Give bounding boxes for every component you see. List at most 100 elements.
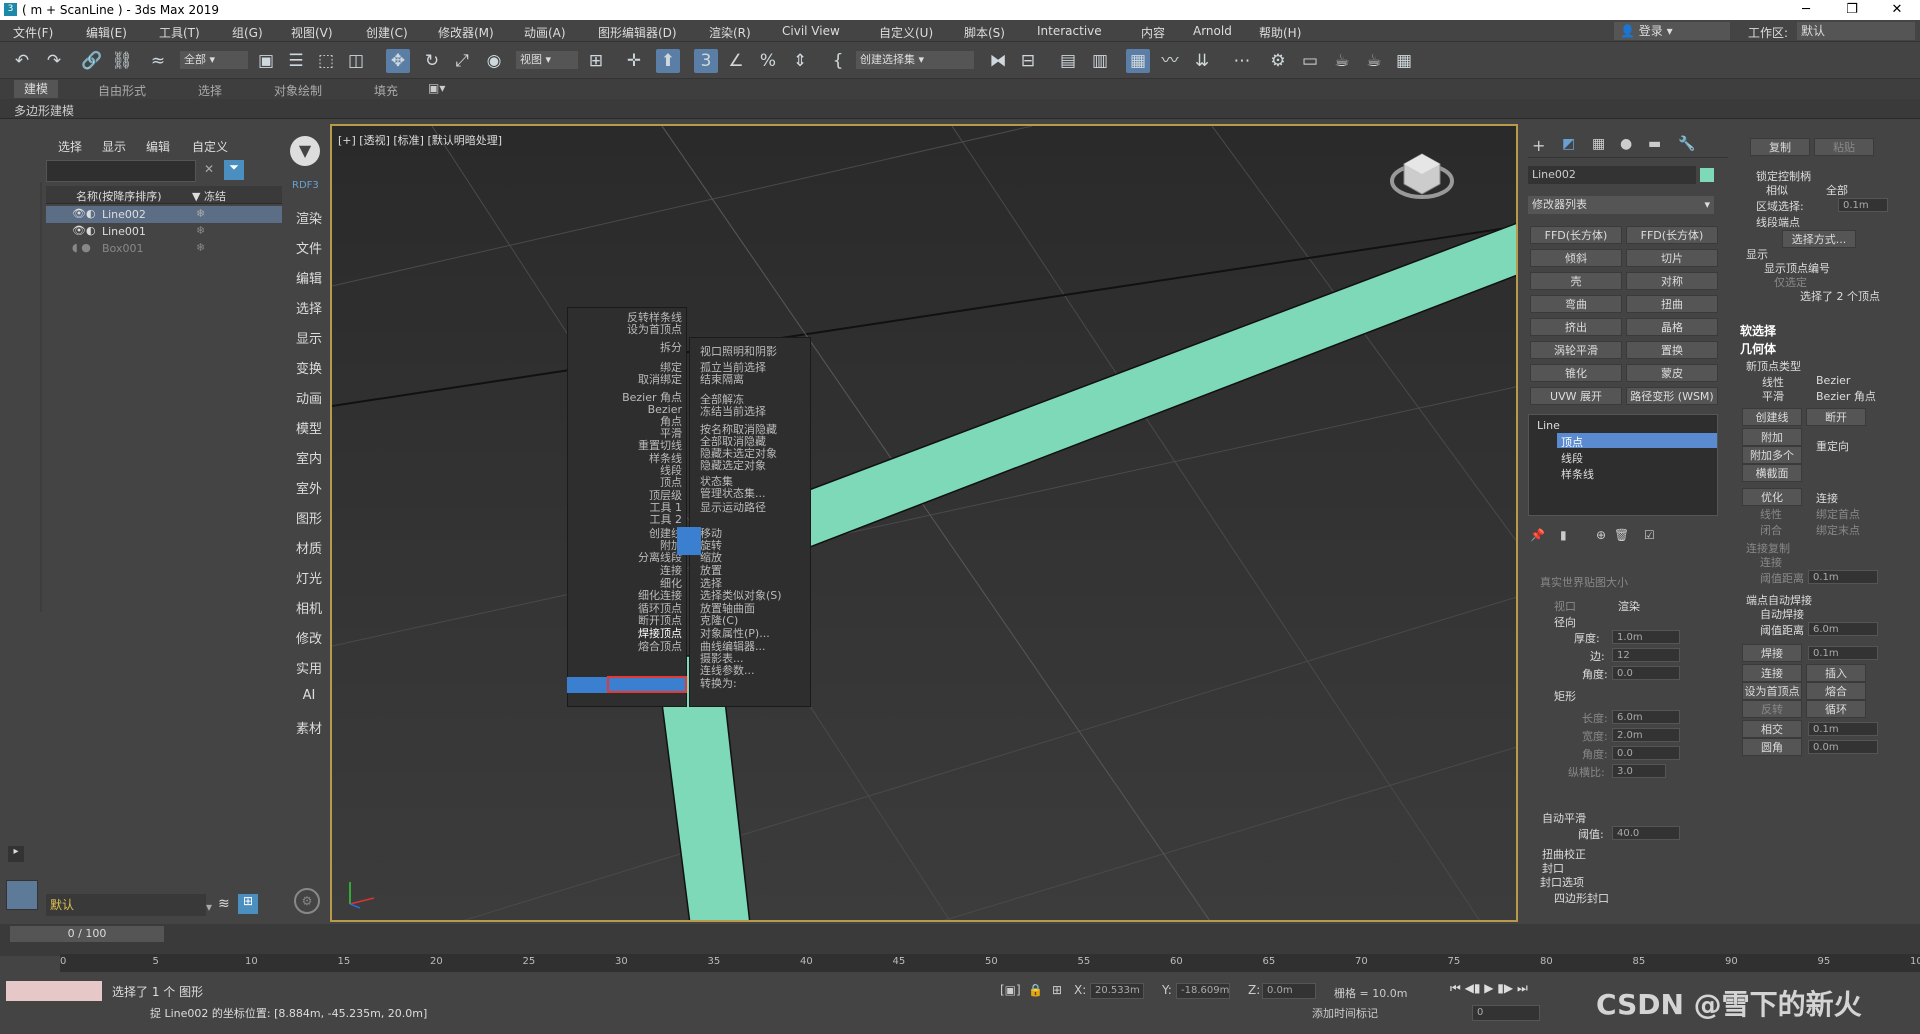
quad-left-item[interactable]: 熔合顶点 xyxy=(572,639,682,654)
cmd-tab-animation[interactable]: 动画 xyxy=(294,388,324,407)
cross-section-button[interactable]: 横截面 xyxy=(1742,464,1802,482)
layer-dropdown-arrow-icon[interactable]: ▾ xyxy=(206,900,212,914)
edit-named-sel-icon[interactable]: { xyxy=(826,49,850,73)
modifier-list-dropdown[interactable]: 修改器列表 ▾ xyxy=(1528,196,1714,214)
spinner-snap-icon[interactable]: ⇕ xyxy=(788,49,812,73)
perspective-viewport[interactable]: [+] [透视] [标准] [默认明暗处理] xyxy=(330,124,1518,922)
cross-insert-button[interactable]: 相交 xyxy=(1742,720,1802,738)
reorient-checkbox[interactable]: 重定向 xyxy=(1816,438,1849,454)
layer-dropdown[interactable]: 默认 xyxy=(46,894,206,916)
material-editor-icon[interactable]: ⋯ xyxy=(1230,49,1254,73)
remove-modifier-icon[interactable]: 🗑 xyxy=(1614,528,1629,542)
time-slider[interactable]: 0 / 100 xyxy=(10,926,164,942)
keyboard-shortcut-icon[interactable]: ⬆ xyxy=(656,49,680,73)
selection-lock-icon[interactable]: 🔒 xyxy=(1028,983,1043,997)
render-production-icon[interactable]: ☕ xyxy=(1330,49,1354,73)
cycle-button[interactable]: 循环 xyxy=(1806,700,1866,718)
cmd-tab-cameras[interactable]: 相机 xyxy=(294,598,324,617)
scene-menu-select[interactable]: 选择 xyxy=(58,138,82,155)
mod-btn-path-deform[interactable]: 路径变形 (WSM) xyxy=(1626,387,1718,405)
real-world-map-checkbox[interactable]: 真实世界贴图大小 xyxy=(1540,574,1628,590)
area-select-checkbox[interactable]: 区域选择: xyxy=(1756,198,1804,214)
cmd-tab-assets[interactable]: 素材 xyxy=(294,718,324,737)
connect-copy-checkbox[interactable]: 连接 xyxy=(1760,554,1782,570)
viewport-radio[interactable]: 视口 xyxy=(1554,598,1576,614)
menu-graph-editors[interactable]: 图形编辑器(D) xyxy=(598,24,677,41)
quad-left-item[interactable]: 设为首顶点 xyxy=(572,322,682,337)
cmd-tab-utility[interactable]: 实用 xyxy=(294,658,324,677)
scene-menu-display[interactable]: 显示 xyxy=(102,138,126,155)
login-dropdown[interactable]: 👤 登录 ▾ xyxy=(1614,22,1730,40)
mod-btn-ffd-box-1[interactable]: FFD(长方体) xyxy=(1530,226,1622,244)
bind-spacewarp-icon[interactable]: ≈ xyxy=(146,49,170,73)
pin-stack-icon[interactable]: 📌 xyxy=(1530,528,1545,542)
all-radio[interactable]: 全部 xyxy=(1826,182,1848,198)
mirror-icon[interactable]: ⧓ xyxy=(986,49,1010,73)
menu-customize[interactable]: 自定义(U) xyxy=(879,24,933,41)
logo-icon[interactable]: ▼ xyxy=(290,136,320,166)
percent-snap-icon[interactable]: % xyxy=(756,49,780,73)
create-panel-icon[interactable]: + xyxy=(1532,136,1545,155)
modify-panel-icon[interactable]: ◩ xyxy=(1562,136,1575,152)
scene-menu-customize[interactable]: 自定义 xyxy=(192,138,228,155)
area-select-spinner[interactable]: 0.1m xyxy=(1838,198,1888,212)
scene-explorer-toggle-icon[interactable]: ⊞ xyxy=(238,894,258,914)
utilities-panel-icon[interactable]: 🔧 xyxy=(1678,136,1695,152)
quad-right-item[interactable]: 管理状态集... xyxy=(700,486,808,501)
tab-populate[interactable]: 填充 xyxy=(374,82,398,99)
quad-right-item[interactable]: 视口照明和阴影 xyxy=(700,344,808,359)
window-crossing-icon[interactable]: ◫ xyxy=(344,49,368,73)
stack-item-spline[interactable]: 样条线 xyxy=(1561,466,1594,482)
smooth-radio[interactable]: 平滑 xyxy=(1762,388,1784,404)
mod-btn-twist[interactable]: 扭曲 xyxy=(1626,295,1718,313)
mod-btn-displace[interactable]: 置换 xyxy=(1626,341,1718,359)
align-icon[interactable]: ⊟ xyxy=(1016,49,1040,73)
cmd-tab-materials[interactable]: 材质 xyxy=(294,538,324,557)
length-spinner[interactable]: 6.0m xyxy=(1612,710,1680,724)
cmd-tab-render[interactable]: 渲染 xyxy=(294,208,324,227)
refine-button[interactable]: 优化 xyxy=(1742,488,1802,506)
mod-btn-bend[interactable]: 弯曲 xyxy=(1530,295,1622,313)
break-button[interactable]: 断开 xyxy=(1806,408,1866,426)
render-iterative-icon[interactable]: ☕ xyxy=(1362,49,1386,73)
mod-btn-lattice[interactable]: 晶格 xyxy=(1626,318,1718,336)
place-icon[interactable]: ◉ xyxy=(482,49,506,73)
angle-spinner[interactable]: 0.0 xyxy=(1612,666,1680,680)
redo-icon[interactable]: ↷ xyxy=(42,49,66,73)
weld-button[interactable]: 焊接 xyxy=(1742,644,1802,662)
display-panel-icon[interactable]: ▬ xyxy=(1648,136,1661,152)
name-column-header[interactable]: 名称(按降序排序) xyxy=(76,188,162,204)
weld-threshold-spinner[interactable]: 6.0m xyxy=(1808,622,1878,636)
cmd-tab-file[interactable]: 文件 xyxy=(294,238,324,257)
move-icon[interactable]: ✥ xyxy=(386,49,410,73)
tab-freeform[interactable]: 自由形式 xyxy=(98,82,146,99)
freeze-icon[interactable]: ❄ xyxy=(196,241,205,254)
segment-end-checkbox[interactable]: 线段端点 xyxy=(1756,214,1800,230)
threshold-distance-spinner[interactable]: 0.1m xyxy=(1808,570,1878,584)
quad-cap-checkbox[interactable]: 四边形封口 xyxy=(1554,890,1609,906)
bind-first-checkbox[interactable]: 绑定首点 xyxy=(1816,506,1860,522)
scene-row-line002[interactable]: 👁◐ Line002 ❄ xyxy=(46,206,282,223)
quad-right-item[interactable]: 冻结当前选择 xyxy=(700,404,808,419)
closed-checkbox[interactable]: 闭合 xyxy=(1760,522,1782,538)
cmd-tab-exterior[interactable]: 室外 xyxy=(294,478,324,497)
connect-checkbox[interactable]: 连接 xyxy=(1816,490,1838,506)
ref-coord-dropdown[interactable]: 视图 ▾ xyxy=(516,51,578,69)
cmd-tab-edit[interactable]: 编辑 xyxy=(294,268,324,287)
object-name-field[interactable]: Line002 xyxy=(1528,166,1696,184)
unlink-icon[interactable]: ⛓ xyxy=(110,49,134,73)
show-end-result-icon[interactable]: ▮ xyxy=(1560,528,1567,542)
mod-btn-turbosmooth[interactable]: 涡轮平滑 xyxy=(1530,341,1622,359)
freeze-icon[interactable]: ❄ xyxy=(196,224,205,237)
close-button[interactable]: ✕ xyxy=(1874,0,1920,20)
menu-create[interactable]: 创建(C) xyxy=(366,24,408,41)
rect-selection-icon[interactable]: ⬚ xyxy=(314,49,338,73)
schematic-view-icon[interactable]: ⇊ xyxy=(1190,49,1214,73)
create-line-button[interactable]: 创建线 xyxy=(1742,408,1802,426)
quad-right-item[interactable]: 结束隔离 xyxy=(700,372,808,387)
minimize-button[interactable]: ─ xyxy=(1783,0,1829,20)
mod-btn-ffd-box-2[interactable]: FFD(长方体) xyxy=(1626,226,1718,244)
quad-left-item[interactable]: 拆分 xyxy=(572,340,682,355)
menu-civil-view[interactable]: Civil View xyxy=(782,24,840,38)
select-object-icon[interactable]: ▣ xyxy=(254,49,278,73)
